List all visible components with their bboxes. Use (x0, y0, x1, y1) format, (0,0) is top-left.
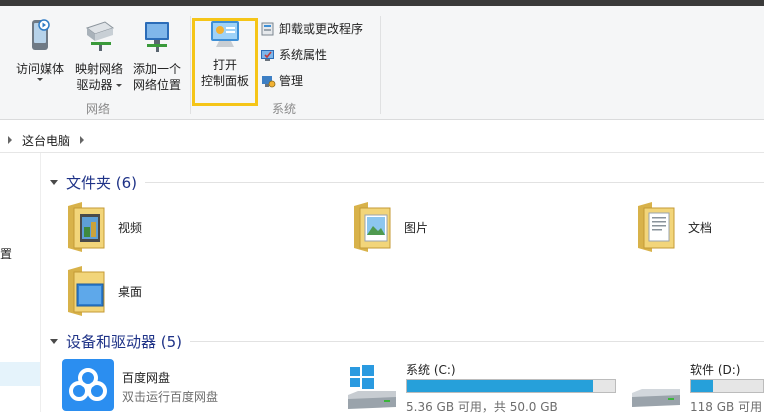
system-properties-button[interactable]: 系统属性 (260, 46, 327, 63)
add-network-location-label-1: 添加一个 (132, 62, 181, 76)
hard-drive-icon (632, 389, 680, 407)
device-item-drive-c[interactable]: 系统 (C:) 5.36 GB 可用，共 50.0 GB (344, 357, 624, 414)
system-group-label: 系统 (272, 102, 297, 116)
device-name: 百度网盘 (122, 371, 171, 385)
network-drive-icon (85, 21, 115, 51)
device-item-drive-d[interactable]: 软件 (D:) 118 GB 可用 (628, 357, 764, 414)
manage-button[interactable]: 管理 (260, 72, 303, 89)
capacity-bar-fill (407, 380, 593, 392)
device-name: 系统 (C:) (406, 363, 456, 377)
access-media-label: 访问媒体 (15, 62, 64, 76)
device-subtitle: 双击运行百度网盘 (122, 390, 219, 404)
devices-header-title: 设备和驱动器 (5) (66, 333, 183, 351)
folder-item-documents[interactable]: 文档 (634, 198, 712, 256)
access-media-button[interactable]: 访问媒体 (10, 16, 70, 81)
chevron-right-icon[interactable] (80, 136, 85, 144)
folder-item-pictures[interactable]: 图片 (350, 198, 428, 256)
header-divider (190, 341, 764, 342)
system-properties-icon (261, 49, 274, 61)
network-group-label: 网络 (86, 102, 111, 116)
folder-label: 图片 (404, 220, 429, 235)
capacity-bar (690, 379, 764, 393)
highlight-box (192, 18, 258, 106)
folders-header-title: 文件夹 (6) (66, 174, 138, 192)
media-device-icon (32, 19, 50, 50)
map-network-drive-label-1: 映射网络 (74, 62, 123, 76)
pictures-folder-icon (354, 202, 391, 252)
folder-item-desktop[interactable]: 桌面 (64, 262, 142, 320)
header-divider (145, 182, 764, 183)
chevron-right-icon[interactable] (8, 136, 12, 144)
network-location-icon (145, 22, 169, 52)
system-properties-label: 系统属性 (279, 48, 328, 62)
documents-folder-icon (638, 202, 675, 252)
map-network-drive-button[interactable]: 映射网络 驱动器 (70, 16, 128, 93)
breadcrumb-this-pc[interactable]: 这台电脑 (22, 132, 70, 149)
map-network-drive-label-2: 驱动器 (70, 77, 128, 93)
collapse-chevron-icon (50, 180, 58, 185)
windows-drive-icon (348, 365, 396, 409)
chevron-down-icon (37, 78, 43, 81)
folder-label: 文档 (688, 220, 713, 235)
folder-label: 桌面 (118, 284, 143, 299)
add-network-location-button[interactable]: 添加一个 网络位置 (128, 16, 186, 93)
uninstall-program-button[interactable]: 卸载或更改程序 (260, 20, 363, 37)
capacity-bar-fill (691, 380, 713, 392)
folders-section-header[interactable]: 文件夹 (6) (50, 172, 764, 193)
videos-folder-icon (68, 202, 105, 252)
ribbon: 访问媒体 映射网络 驱动器 添加一个 网络位置 网络 打开 控制面板 卸载或更改… (0, 6, 764, 120)
device-item-baidu[interactable]: 百度网盘 双击运行百度网盘 (62, 357, 322, 412)
desktop-folder-icon (68, 266, 105, 316)
add-network-location-label-2: 网络位置 (132, 78, 181, 92)
device-name: 软件 (D:) (690, 363, 741, 377)
uninstall-label: 卸载或更改程序 (279, 22, 364, 36)
capacity-bar (406, 379, 616, 393)
folder-label: 视频 (118, 220, 143, 235)
address-bar[interactable]: 这台电脑 (0, 128, 764, 153)
devices-section-header[interactable]: 设备和驱动器 (5) (50, 331, 764, 352)
uninstall-icon (261, 22, 274, 35)
manage-icon (262, 75, 276, 87)
nav-selected-item[interactable] (0, 362, 40, 386)
collapse-chevron-icon (50, 339, 58, 344)
device-free-space: 5.36 GB 可用，共 50.0 GB (406, 400, 558, 414)
group-separator (380, 16, 381, 114)
folder-item-videos[interactable]: 视频 (64, 198, 142, 256)
baidu-netdisk-icon (62, 359, 114, 411)
nav-item-partial[interactable]: 置 (0, 245, 12, 262)
group-separator (190, 16, 191, 114)
device-free-space: 118 GB 可用 (690, 400, 763, 414)
chevron-down-icon (115, 84, 122, 87)
manage-label: 管理 (279, 74, 304, 88)
